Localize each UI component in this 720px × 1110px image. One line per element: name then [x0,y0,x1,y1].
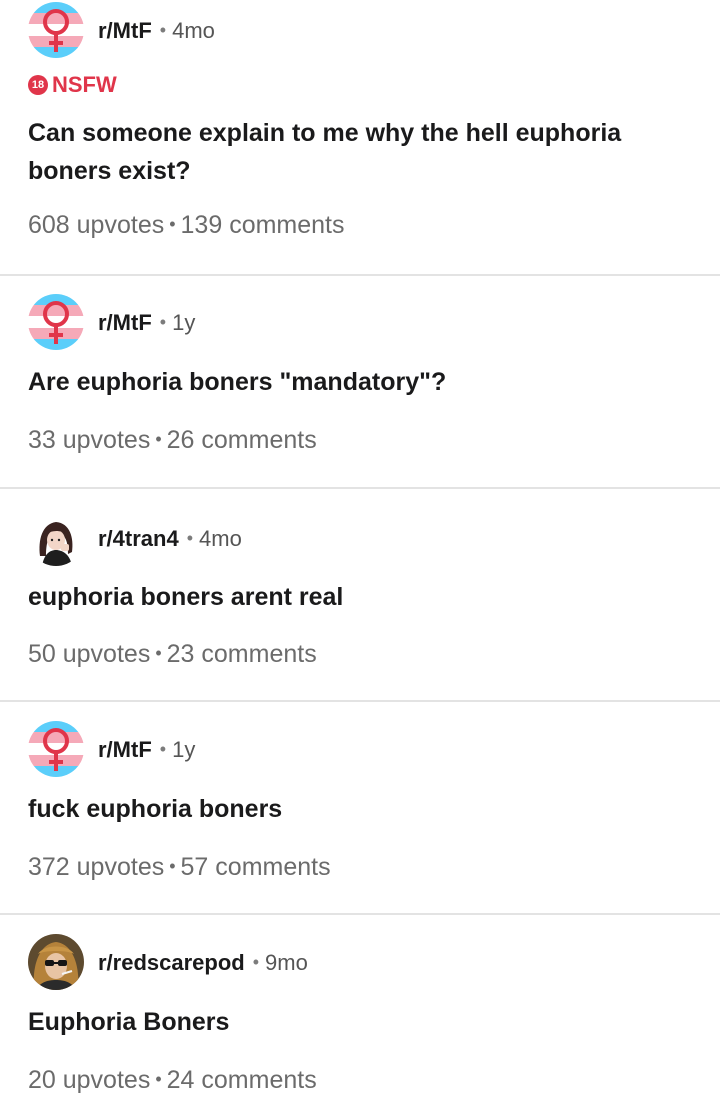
subreddit-avatar-trans-flag-icon[interactable] [28,721,84,777]
upvote-count: 372 upvotes [28,853,165,881]
post-meta: r/MtF • 1y [28,721,720,777]
post-meta: r/redscarepod • 9mo [28,934,720,990]
comment-count: 139 comments [180,211,345,239]
separator-dot: • [155,1069,162,1089]
comment-count: 57 comments [180,853,331,881]
separator-dot: • [155,643,162,663]
comment-count: 23 comments [166,640,317,668]
comment-count: 24 comments [166,1066,317,1094]
post-stats: 20 upvotes • 24 comments [28,1063,720,1096]
post-title[interactable]: Are euphoria boners "mandatory"? [28,363,720,401]
post-card[interactable]: r/4tran4 • 4mo euphoria boners arent real … [0,489,720,702]
nsfw-label: NSFW [52,72,117,97]
subreddit-avatar-anime-girl-icon[interactable] [28,510,84,566]
post-title[interactable]: euphoria boners arent real [28,578,720,616]
comment-count: 26 comments [166,426,317,454]
nsfw-tag: 18 NSFW [28,72,720,98]
separator-dot: • [252,952,260,972]
post-age: 1y [172,737,196,762]
post-stats: 33 upvotes • 26 comments [28,423,720,456]
post-card[interactable]: r/MtF • 1y fuck euphoria boners 372 upvote… [0,702,720,915]
subreddit-avatar-portrait-icon[interactable] [28,934,84,990]
subreddit-name[interactable]: r/MtF [98,18,152,43]
subreddit-avatar-trans-flag-icon[interactable] [28,2,84,58]
upvote-count: 608 upvotes [28,211,165,239]
post-title[interactable]: Euphoria Boners [28,1003,720,1041]
separator-dot: • [155,429,162,449]
subreddit-name[interactable]: r/MtF [98,310,152,335]
upvote-count: 50 upvotes [28,640,151,668]
subreddit-name[interactable]: r/4tran4 [98,526,179,551]
post-card[interactable]: r/redscarepod • 9mo Euphoria Boners 20 upv… [0,915,720,1110]
post-stats: 608 upvotes • 139 comments [28,208,720,241]
subreddit-name[interactable]: r/MtF [98,737,152,762]
subreddit-name[interactable]: r/redscarepod [98,950,245,975]
search-results-feed: r/MtF • 4mo 18 NSFW Can someone explain to… [0,0,720,1110]
post-stats: 372 upvotes • 57 comments [28,850,720,883]
post-age: 1y [172,310,196,335]
separator-dot: • [186,528,194,548]
nsfw-18-icon: 18 [28,75,48,95]
separator-dot: • [159,20,167,40]
upvote-count: 33 upvotes [28,426,151,454]
upvote-count: 20 upvotes [28,1066,151,1094]
post-meta: r/4tran4 • 4mo [28,510,720,566]
separator-dot: • [169,214,176,234]
post-age: 4mo [172,18,215,43]
post-meta: r/MtF • 1y [28,294,720,350]
post-age: 9mo [265,950,308,975]
separator-dot: • [159,739,167,759]
post-card[interactable]: r/MtF • 1y Are euphoria boners "mandatory"… [0,276,720,489]
post-stats: 50 upvotes • 23 comments [28,637,720,670]
post-card[interactable]: r/MtF • 4mo 18 NSFW Can someone explain to… [0,0,720,276]
separator-dot: • [159,312,167,332]
post-age: 4mo [199,526,242,551]
subreddit-avatar-trans-flag-icon[interactable] [28,294,84,350]
separator-dot: • [169,856,176,876]
post-meta: r/MtF • 4mo [28,2,720,58]
post-title[interactable]: fuck euphoria boners [28,790,720,828]
post-title[interactable]: Can someone explain to me why the hell e… [28,114,720,190]
